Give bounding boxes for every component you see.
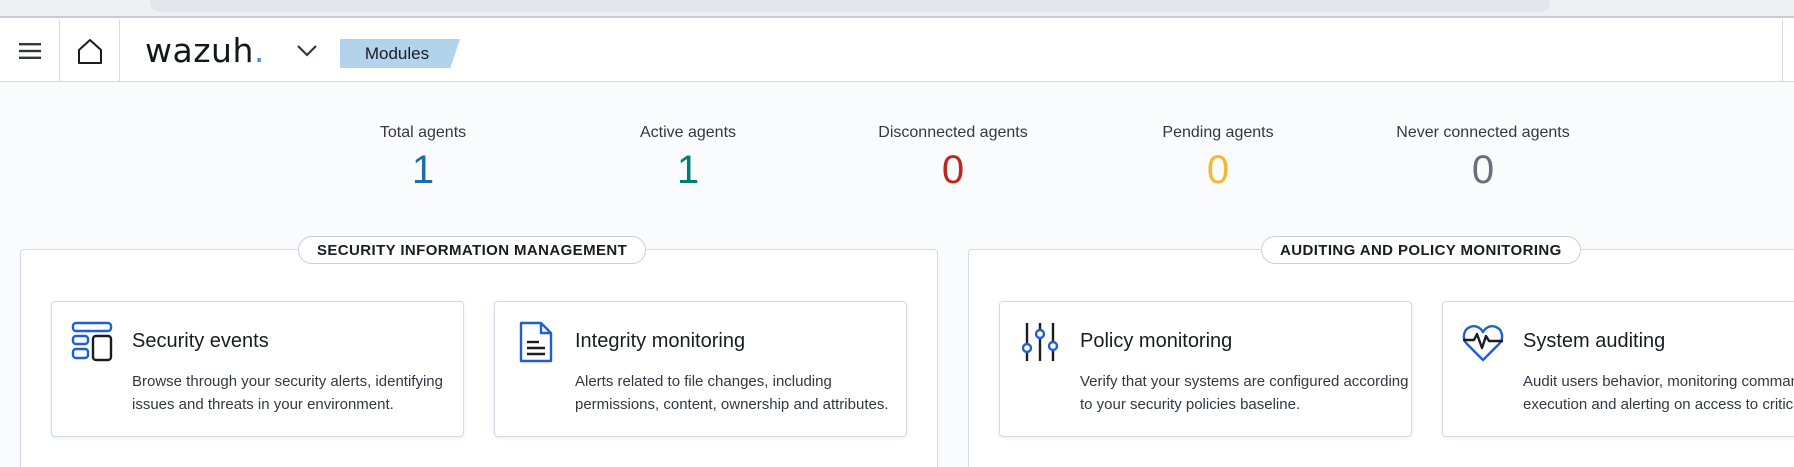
app-header: wazuh. Modules: [0, 20, 1794, 82]
card-description: Browse through your security alerts, ide…: [132, 373, 443, 413]
stat-value: 0: [941, 148, 965, 192]
stat-label: Active agents: [639, 124, 737, 141]
stat-label: Total agents: [379, 124, 467, 141]
card-policy-monitoring[interactable]: Policy monitoring Verify that your syste…: [999, 301, 1412, 437]
breadcrumb-modules[interactable]: Modules: [340, 39, 460, 68]
heartbeat-icon: [1462, 325, 1504, 362]
stat-active-agents[interactable]: Active agents 1: [578, 124, 798, 192]
card-description: Verify that your systems are configured …: [1080, 373, 1409, 413]
stat-never-connected-agents[interactable]: Never connected agents 0: [1373, 124, 1593, 192]
card-description: Alerts related to file changes, includin…: [575, 373, 889, 413]
hamburger-icon: [18, 43, 41, 59]
document-icon: [519, 321, 553, 363]
stat-label: Never connected agents: [1396, 124, 1570, 141]
card-description: Audit users behavior, monitoring command…: [1523, 373, 1794, 413]
logo-text: wazuh: [145, 31, 254, 70]
stat-value: 0: [1471, 148, 1495, 192]
card-security-events[interactable]: Security events Browse through your secu…: [51, 301, 464, 437]
menu-button[interactable]: [0, 20, 60, 82]
browser-top-strip: [0, 0, 1794, 18]
stat-label: Pending agents: [1162, 124, 1274, 141]
header-divider: [1782, 20, 1783, 82]
stat-label: Disconnected agents: [878, 124, 1028, 141]
card-integrity-monitoring[interactable]: Integrity monitoring Alerts related to f…: [494, 301, 907, 437]
stat-value: 1: [676, 148, 700, 192]
card-title: Integrity monitoring: [575, 330, 746, 352]
app-switcher-button[interactable]: [292, 38, 322, 64]
stat-value: 1: [411, 148, 435, 192]
card-title: System auditing: [1523, 330, 1666, 352]
card-system-auditing[interactable]: System auditing Audit users behavior, mo…: [1442, 301, 1794, 437]
stat-disconnected-agents[interactable]: Disconnected agents 0: [843, 124, 1063, 192]
dashboard-icon: [71, 321, 113, 362]
card-title: Policy monitoring: [1080, 330, 1233, 352]
stat-total-agents[interactable]: Total agents 1: [313, 124, 533, 192]
address-bar[interactable]: [150, 0, 1550, 12]
sliders-icon: [1021, 323, 1059, 361]
section-title: SECURITY INFORMATION MANAGEMENT: [298, 236, 647, 264]
home-icon: [77, 39, 102, 64]
card-title: Security events: [132, 330, 269, 352]
logo-dot: .: [253, 31, 265, 70]
wazuh-logo[interactable]: wazuh.: [145, 31, 265, 70]
home-button[interactable]: [60, 20, 120, 82]
stat-pending-agents[interactable]: Pending agents 0: [1108, 124, 1328, 192]
section-title: AUDITING AND POLICY MONITORING: [1261, 236, 1581, 264]
stat-value: 0: [1206, 148, 1230, 192]
chevron-down-icon: [297, 45, 317, 57]
